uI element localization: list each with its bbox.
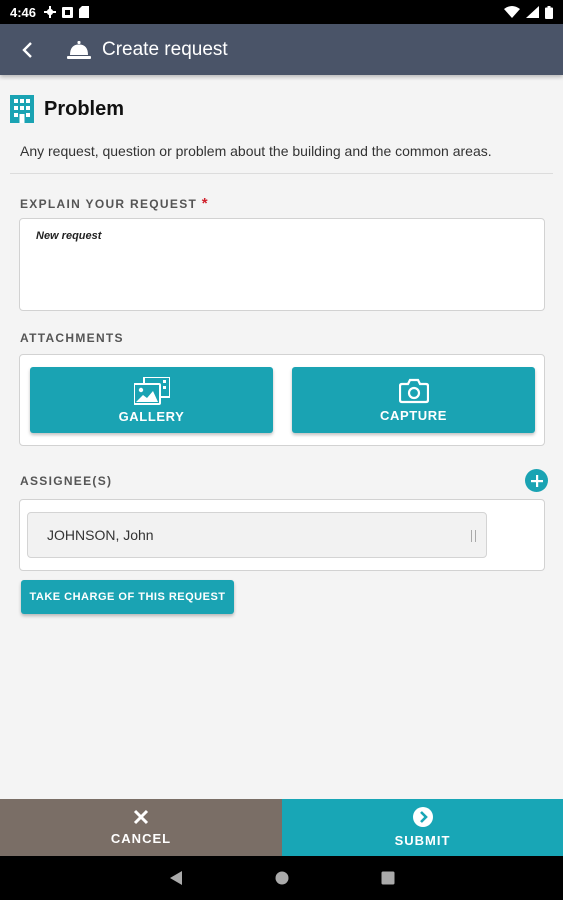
app-notification-icon — [62, 6, 74, 18]
bottom-action-bar: CANCEL SUBMIT — [0, 799, 563, 856]
submit-button[interactable]: SUBMIT — [282, 799, 563, 856]
battery-icon — [545, 5, 553, 19]
plus-icon — [530, 474, 543, 487]
request-form: Problem Any request, question or problem… — [0, 75, 563, 799]
request-field-label: EXPLAIN YOUR REQUEST * — [20, 195, 209, 212]
page-title: Create request — [102, 38, 228, 60]
wifi-icon — [504, 6, 520, 18]
nav-back-icon[interactable] — [169, 870, 183, 886]
gallery-button[interactable]: GALLERY — [30, 367, 273, 433]
sd-card-icon — [79, 6, 90, 18]
submit-label: SUBMIT — [394, 833, 451, 848]
chevron-right-circle-icon — [412, 807, 433, 827]
cancel-button[interactable]: CANCEL — [0, 799, 282, 856]
close-icon — [133, 809, 149, 825]
camera-icon — [398, 378, 429, 403]
assignees-panel: JOHNSON, John — [19, 499, 545, 571]
building-icon — [10, 95, 34, 123]
attachments-panel: GALLERY CAPTURE — [19, 354, 545, 446]
signal-icon — [526, 6, 539, 18]
assignee-item[interactable]: JOHNSON, John — [27, 512, 487, 558]
category-description: Any request, question or problem about t… — [20, 143, 492, 159]
capture-label: CAPTURE — [379, 407, 448, 423]
nav-home-icon[interactable] — [275, 871, 289, 885]
back-button[interactable] — [2, 24, 52, 75]
nav-recents-icon[interactable] — [381, 871, 395, 885]
app-bar: Create request — [0, 24, 563, 75]
capture-button[interactable]: CAPTURE — [292, 367, 535, 433]
divider — [10, 173, 553, 174]
back-arrow-icon — [22, 41, 32, 58]
assignee-name: JOHNSON, John — [47, 527, 154, 543]
settings-notification-icon — [44, 6, 57, 18]
take-charge-button[interactable]: TAKE CHARGE OF THIS REQUEST — [21, 580, 234, 614]
status-notification-icons — [44, 6, 90, 18]
status-time: 4:46 — [10, 4, 37, 20]
required-marker: * — [201, 195, 209, 212]
attachments-label: ATTACHMENTS — [20, 331, 124, 345]
status-bar: 4:46 — [0, 0, 563, 24]
request-textarea[interactable]: New request — [19, 218, 545, 311]
service-bell-icon — [64, 40, 94, 59]
category-title: Problem — [44, 97, 125, 120]
system-nav-bar — [0, 856, 563, 900]
request-field-label-text: EXPLAIN YOUR REQUEST — [20, 197, 198, 211]
gallery-label: GALLERY — [118, 408, 185, 424]
drag-handle-icon[interactable] — [471, 530, 476, 542]
category-header: Problem — [10, 95, 124, 123]
gallery-icon — [133, 376, 170, 405]
assignees-label: ASSIGNEE(S) — [20, 474, 113, 488]
cancel-label: CANCEL — [110, 831, 172, 846]
add-assignee-button[interactable] — [525, 469, 548, 492]
